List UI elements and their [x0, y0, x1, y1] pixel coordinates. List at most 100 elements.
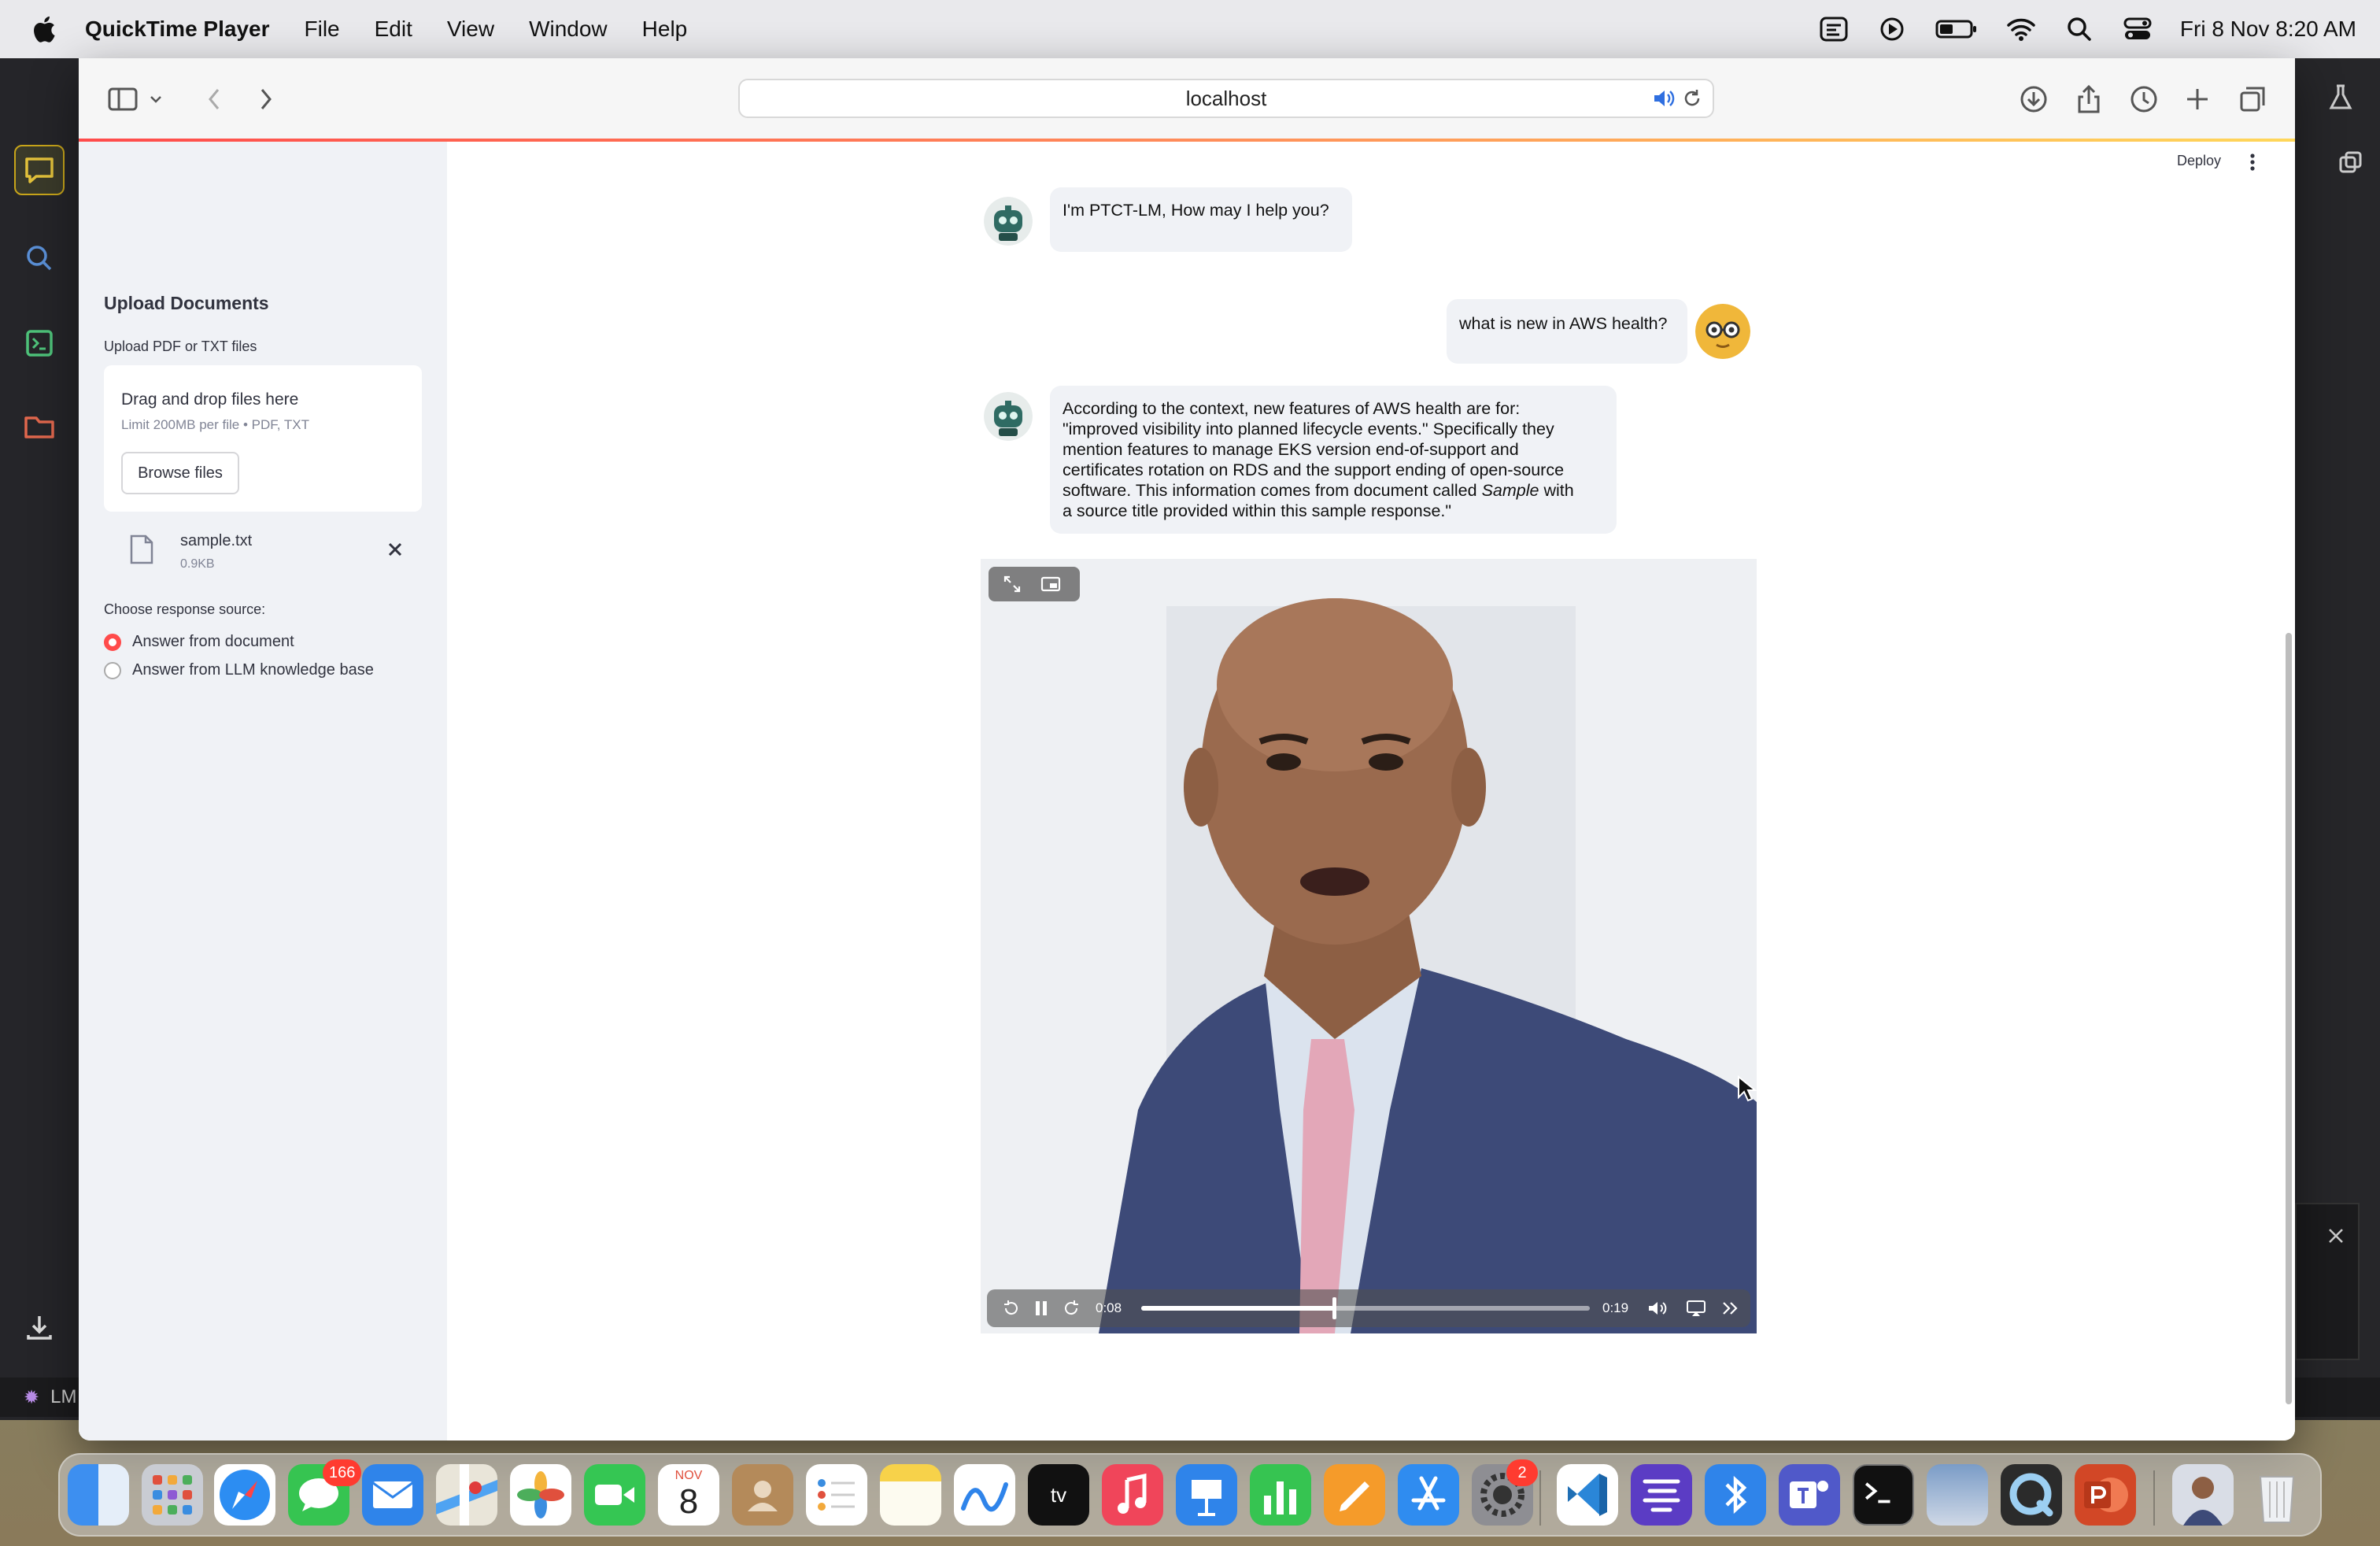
contacts-icon[interactable]	[732, 1464, 793, 1526]
apple-icon[interactable]	[30, 14, 57, 44]
launchpad-icon[interactable]	[142, 1464, 203, 1526]
keynote-icon[interactable]	[1176, 1464, 1237, 1526]
share-icon[interactable]	[2071, 83, 2106, 115]
upload-sidebar: Upload Documents Upload PDF or TXT files…	[79, 142, 447, 1441]
back-icon[interactable]	[197, 83, 231, 115]
radio-answer-from-llm[interactable]: Answer from LLM knowledge base	[104, 661, 374, 679]
browser-window: localhost Upload Documents Upload PDF or…	[79, 58, 2295, 1441]
reload-icon[interactable]	[1681, 87, 1703, 109]
freeform-icon[interactable]	[954, 1464, 1015, 1526]
folder-icon[interactable]	[14, 401, 65, 452]
skip-back-icon[interactable]	[1001, 1299, 1020, 1318]
history-icon[interactable]	[2127, 83, 2161, 115]
search-icon[interactable]	[2064, 15, 2095, 43]
play-circle-icon[interactable]	[1876, 15, 1908, 43]
answer-text: with	[1539, 481, 1574, 500]
assistant-message: I'm PTCT-LM, How may I help you?	[1050, 187, 1352, 252]
numbers-icon[interactable]	[1250, 1464, 1311, 1526]
teams-icon[interactable]	[1779, 1464, 1840, 1526]
pages-icon[interactable]	[1324, 1464, 1385, 1526]
file-name: sample.txt	[180, 532, 253, 549]
airplay-icon[interactable]	[1686, 1299, 1706, 1318]
finder-icon[interactable]	[68, 1464, 129, 1526]
user-message: what is new in AWS health?	[1447, 299, 1687, 364]
chat-icon[interactable]	[14, 145, 65, 195]
volume-icon[interactable]	[1646, 1299, 1669, 1318]
menubar-clock[interactable]: Fri 8 Nov 8:20 AM	[2180, 17, 2356, 42]
browse-files-button[interactable]: Browse files	[121, 452, 239, 494]
recent-image-icon[interactable]	[2172, 1464, 2234, 1526]
menu-view[interactable]: View	[447, 17, 494, 42]
answer-line: a source title provided within this samp…	[1062, 501, 1452, 520]
menu-help[interactable]: Help	[642, 17, 688, 42]
messages-badge: 166	[323, 1459, 362, 1486]
menu-window[interactable]: Window	[529, 17, 608, 42]
radio-unselected-indicator[interactable]	[104, 661, 121, 679]
music-icon[interactable]	[1102, 1464, 1163, 1526]
copy-icon[interactable]	[2338, 150, 2364, 176]
trash-icon[interactable]	[2246, 1464, 2308, 1526]
app-store-icon[interactable]	[1398, 1464, 1459, 1526]
download-icon[interactable]	[14, 1302, 65, 1352]
mail-icon[interactable]	[362, 1464, 423, 1526]
search-icon[interactable]	[14, 233, 65, 283]
bluetooth-icon[interactable]	[1705, 1464, 1766, 1526]
address-text: localhost	[1185, 86, 1267, 110]
new-tab-icon[interactable]	[2180, 83, 2215, 115]
file-size: 0.9KB	[180, 557, 215, 571]
forward-icon[interactable]	[249, 83, 283, 115]
pause-icon[interactable]	[1033, 1299, 1050, 1318]
linear-app-icon[interactable]	[1631, 1464, 1692, 1526]
tab-overview-icon[interactable]	[2235, 83, 2270, 115]
flask-icon[interactable]	[2325, 82, 2356, 113]
playback-speed-icon[interactable]	[1720, 1299, 1741, 1318]
powerpoint-icon[interactable]	[2075, 1464, 2136, 1526]
file-dropzone[interactable]: Drag and drop files here Limit 200MB per…	[104, 365, 422, 512]
maps-icon[interactable]	[436, 1464, 497, 1526]
remove-file-icon[interactable]	[384, 538, 406, 560]
safari-icon[interactable]	[214, 1464, 275, 1526]
menu-edit[interactable]: Edit	[375, 17, 412, 42]
terminal-app-icon[interactable]	[1853, 1464, 1914, 1526]
user-message-text: what is new in AWS health?	[1459, 314, 1668, 333]
preview-icon[interactable]	[1927, 1464, 1988, 1526]
more-options-icon[interactable]	[2245, 151, 2260, 173]
file-icon	[130, 534, 153, 564]
control-center-icon[interactable]	[2122, 15, 2153, 43]
app-name[interactable]: QuickTime Player	[85, 17, 270, 42]
close-icon[interactable]	[2326, 1226, 2345, 1245]
calendar-day: 8	[678, 1482, 699, 1521]
deploy-button[interactable]: Deploy	[2177, 153, 2221, 169]
radio-answer-from-document[interactable]: Answer from document	[104, 633, 294, 651]
address-bar[interactable]: localhost	[738, 79, 1714, 118]
radio-label-llm: Answer from LLM knowledge base	[132, 661, 374, 679]
fullscreen-icon[interactable]	[1003, 575, 1022, 594]
picture-in-picture-icon[interactable]	[1040, 575, 1061, 594]
sidebar-toggle-icon[interactable]	[105, 83, 140, 115]
scrollbar[interactable]	[2286, 633, 2292, 1404]
apple-tv-icon[interactable]: tv	[1028, 1464, 1089, 1526]
dropzone-limit: Limit 200MB per file • PDF, TXT	[121, 417, 309, 432]
photos-icon[interactable]	[510, 1464, 571, 1526]
downloads-icon[interactable]	[2016, 83, 2051, 115]
quicktime-icon[interactable]	[2001, 1464, 2062, 1526]
facetime-icon[interactable]	[584, 1464, 645, 1526]
skip-forward-icon[interactable]	[1062, 1299, 1081, 1318]
radio-selected-indicator[interactable]	[104, 633, 121, 651]
settings-badge: 2	[1506, 1459, 1538, 1486]
battery-icon[interactable]	[1935, 15, 1979, 43]
answer-text: software. This information comes from do…	[1062, 481, 1477, 500]
wifi-icon[interactable]	[2005, 15, 2037, 43]
menu-file[interactable]: File	[305, 17, 340, 42]
terminal-icon[interactable]	[14, 318, 65, 368]
audio-playing-icon[interactable]	[1651, 87, 1675, 110]
video-player[interactable]: 0:08 0:19	[981, 559, 1757, 1333]
chevron-down-icon[interactable]	[146, 83, 165, 115]
vscode-icon[interactable]	[1557, 1464, 1618, 1526]
reminders-icon[interactable]	[806, 1464, 867, 1526]
text-input-icon[interactable]	[1818, 15, 1850, 43]
calendar-icon[interactable]: NOV 8	[658, 1464, 719, 1526]
notes-icon[interactable]	[880, 1464, 941, 1526]
dock: 166 NOV 8 tv 2	[58, 1453, 2322, 1537]
video-scrubber-handle[interactable]	[1332, 1297, 1337, 1319]
